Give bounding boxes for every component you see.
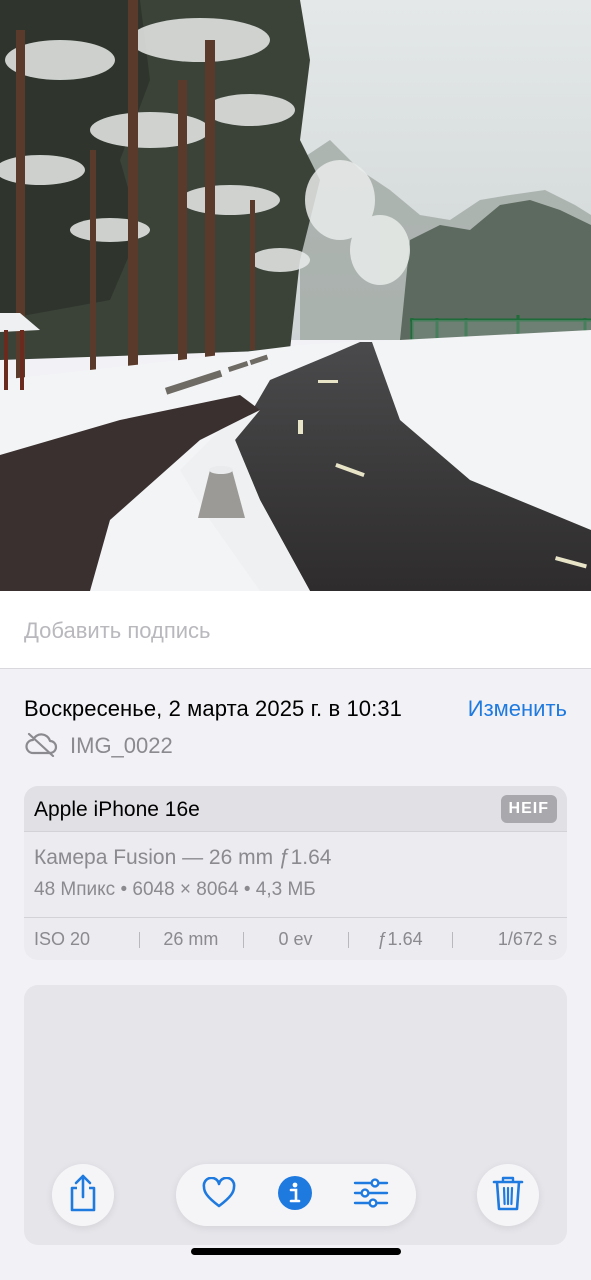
file-row: IMG_0022 [24, 731, 173, 761]
device-name: Apple iPhone 16e [34, 798, 200, 821]
info-icon [277, 1175, 313, 1216]
trash-icon [492, 1174, 524, 1217]
favorite-button[interactable] [201, 1176, 237, 1214]
photo-view[interactable] [0, 0, 591, 591]
caption-area [0, 591, 591, 669]
metadata-card: Apple iPhone 16e HEIF Камера Fusion — 26… [24, 786, 567, 960]
photo-date: Воскресенье, 2 марта 2025 г. в 10:31 [24, 696, 403, 721]
sliders-icon [353, 1177, 389, 1214]
metadata-card-header: Apple iPhone 16e HEIF [24, 786, 567, 832]
home-indicator[interactable] [191, 1248, 401, 1255]
edit-date-button[interactable]: Изменить [468, 696, 567, 722]
info-button[interactable] [277, 1175, 313, 1216]
photo-image [0, 0, 591, 591]
file-name: IMG_0022 [70, 733, 173, 758]
caption-input[interactable] [24, 618, 564, 644]
exif-aperture: ƒ1.64 [347, 929, 453, 950]
share-button[interactable] [52, 1164, 114, 1226]
delete-button[interactable] [477, 1164, 539, 1226]
exif-focal-length: 26 mm [138, 929, 244, 950]
exif-exposure-value: 0 ev [243, 929, 348, 950]
exif-iso: ISO 20 [34, 928, 91, 949]
exif-shutter-speed: 1/672 s [452, 929, 567, 950]
cloud-slash-icon [24, 731, 58, 762]
adjust-button[interactable] [353, 1177, 389, 1213]
image-specs: 48 Мпикс • 6048 × 8064 • 4,3 МБ [34, 879, 316, 900]
share-icon [66, 1173, 100, 1218]
exif-row: ISO 20 26 mm 0 ev ƒ1.64 1/672 s [24, 917, 567, 960]
format-badge: HEIF [500, 795, 557, 823]
lens-info: Камера Fusion — 26 mm ƒ1.64 [34, 846, 332, 869]
heart-icon [201, 1176, 237, 1214]
